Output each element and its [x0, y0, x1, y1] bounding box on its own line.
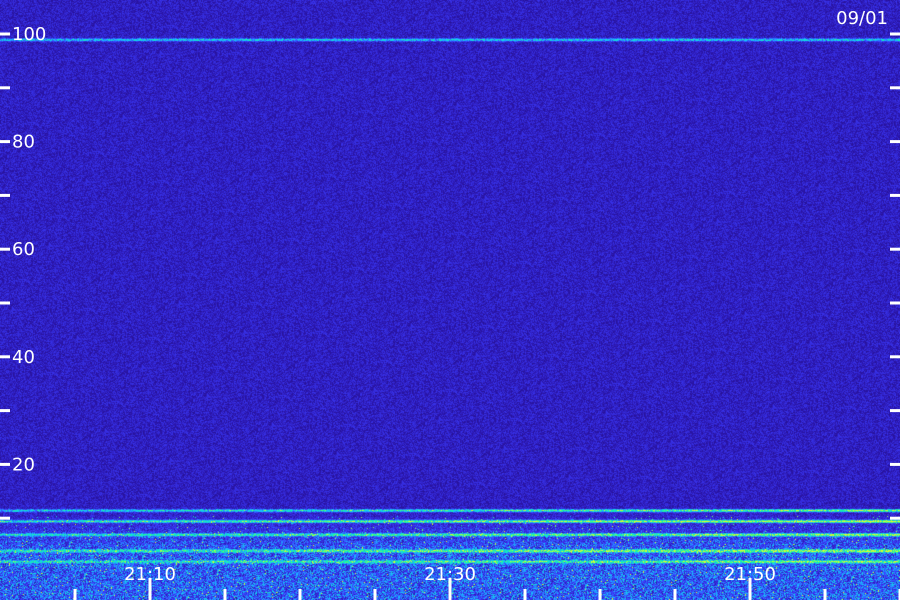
date-label: 09/01	[836, 8, 888, 29]
y-tick-label: 60	[12, 239, 35, 260]
spectrogram: 20 40 60 80 100 21:10 21:30 21:50 09/01	[0, 0, 900, 600]
y-tick-label: 20	[12, 454, 35, 475]
y-tick-label: 40	[12, 347, 35, 368]
x-tick-label: 21:10	[124, 564, 176, 585]
chart-overlay: 20 40 60 80 100 21:10 21:30 21:50 09/01	[0, 8, 900, 600]
x-axis: 21:10 21:30 21:50	[73, 564, 900, 600]
x-tick-label: 21:50	[724, 564, 776, 585]
y-axis: 20 40 60 80 100	[0, 24, 900, 520]
y-tick-label: 100	[12, 24, 46, 45]
x-tick-label: 21:30	[424, 564, 476, 585]
y-tick-label: 80	[12, 132, 35, 153]
